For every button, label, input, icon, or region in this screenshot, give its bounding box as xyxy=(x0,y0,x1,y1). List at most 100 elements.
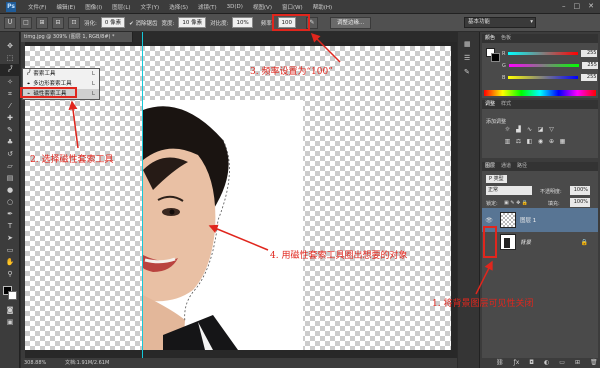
hand-tool-icon[interactable]: ✋ xyxy=(0,256,20,268)
layer-row-layer1[interactable]: 👁 图层 1 xyxy=(482,208,598,232)
layer-mask-icon[interactable]: ◘ xyxy=(529,358,534,368)
type-tool-icon[interactable]: T xyxy=(0,220,20,232)
intersect-selection-icon[interactable]: ⊡ xyxy=(68,16,80,29)
red-value[interactable]: 255 xyxy=(581,50,598,57)
menu-filter[interactable]: 滤镜(T) xyxy=(194,3,221,11)
vibrance-icon[interactable]: ▽ xyxy=(548,126,555,133)
menu-type[interactable]: 文字(Y) xyxy=(137,3,164,11)
red-slider[interactable]: R 255 xyxy=(502,50,598,57)
menu-image[interactable]: 图像(I) xyxy=(81,3,106,11)
clone-stamp-icon[interactable]: ♣ xyxy=(0,136,20,148)
dodge-tool-icon[interactable]: ○ xyxy=(0,196,20,208)
menu-view[interactable]: 视图(V) xyxy=(249,3,276,11)
document-tab[interactable]: timg.jpg @ 309% (图层 1, RGB/8#) * xyxy=(21,32,133,42)
color-lookup-icon[interactable]: ▦ xyxy=(559,138,566,145)
shape-tool-icon[interactable]: ▭ xyxy=(0,244,20,256)
exposure-icon[interactable]: ◪ xyxy=(537,126,544,133)
history-brush-icon[interactable]: ↺ xyxy=(0,148,20,160)
new-selection-icon[interactable]: □ xyxy=(20,16,32,29)
hue-saturation-icon[interactable]: ▥ xyxy=(504,138,511,145)
link-layers-icon[interactable]: ⛓ xyxy=(496,358,504,368)
eraser-tool-icon[interactable]: ▱ xyxy=(0,160,20,172)
foreground-background-swatch[interactable] xyxy=(0,284,19,304)
menu-file[interactable]: 文件(F) xyxy=(24,3,50,11)
adjustment-layer-icon[interactable]: ◐ xyxy=(544,358,549,368)
properties-panel-icon[interactable]: ☰ xyxy=(464,54,479,62)
annotation-step4: 4. 用磁性套索工具圈出想要的对象 xyxy=(270,251,408,261)
layer-row-background[interactable]: 背景 🔒 xyxy=(482,230,598,254)
subtract-selection-icon[interactable]: ⊟ xyxy=(52,16,64,29)
levels-icon[interactable]: ▟ xyxy=(515,126,522,133)
eyedropper-tool-icon[interactable]: ⁄ xyxy=(0,100,20,112)
crop-tool-icon[interactable]: ⌗ xyxy=(0,88,20,100)
screen-mode-icon[interactable]: ▣ xyxy=(0,316,20,328)
quick-mask-icon[interactable]: ◙ xyxy=(0,304,20,316)
green-slider[interactable]: G 255 xyxy=(502,62,598,69)
refine-edge-button[interactable]: 调整边缘... xyxy=(330,16,372,29)
color-balance-icon[interactable]: ⚖ xyxy=(515,138,522,145)
lasso-tool-preset-icon[interactable]: ᑌ xyxy=(4,16,16,29)
color-spectrum-bar[interactable] xyxy=(484,90,596,96)
blur-tool-icon[interactable]: ● xyxy=(0,184,20,196)
eye-icon[interactable]: 👁 xyxy=(482,217,496,224)
close-icon[interactable]: ✕ xyxy=(588,2,594,10)
photo-filter-icon[interactable]: ◉ xyxy=(537,138,544,145)
menu-3d[interactable]: 3D(D) xyxy=(223,4,247,10)
path-selection-icon[interactable]: ➤ xyxy=(0,232,20,244)
tab-paths[interactable]: 路径 xyxy=(517,162,527,171)
restore-icon[interactable]: □ xyxy=(574,2,581,10)
tab-adjustments[interactable]: 调整 xyxy=(485,100,495,109)
menu-layer[interactable]: 图层(L) xyxy=(108,3,134,11)
curves-icon[interactable]: ∿ xyxy=(526,126,533,133)
new-layer-icon[interactable]: ⊞ xyxy=(575,358,580,368)
history-panel-icon[interactable]: ▦ xyxy=(464,40,479,48)
layer-style-icon[interactable]: ƒx xyxy=(514,358,520,368)
brush-panel-icon[interactable]: ✎ xyxy=(464,68,479,76)
layer-filter-kind[interactable]: P 类型 xyxy=(486,175,507,183)
tab-styles[interactable]: 样式 xyxy=(501,100,511,109)
menu-select[interactable]: 选择(S) xyxy=(165,3,192,11)
minimize-icon[interactable]: – xyxy=(562,2,566,10)
workspace-select[interactable]: 基本功能 xyxy=(464,17,536,28)
antialias-checkbox[interactable]: ✔ 消除锯齿 xyxy=(129,19,157,27)
healing-brush-icon[interactable]: ✚ xyxy=(0,112,20,124)
delete-layer-icon[interactable]: 🗑 xyxy=(590,358,598,368)
blend-mode-select[interactable]: 正常 xyxy=(486,186,532,195)
brightness-icon[interactable]: ☼ xyxy=(504,126,511,133)
move-tool-icon[interactable]: ✥ xyxy=(0,40,20,52)
layer1-name[interactable]: 图层 1 xyxy=(520,216,536,224)
channel-mixer-icon[interactable]: ⊕ xyxy=(548,138,555,145)
zoom-level[interactable]: 308.88% xyxy=(24,360,46,366)
black-white-icon[interactable]: ◧ xyxy=(526,138,533,145)
menu-edit[interactable]: 编辑(E) xyxy=(52,3,79,11)
tab-swatches[interactable]: 色板 xyxy=(501,34,511,43)
opacity-input[interactable]: 100% xyxy=(570,186,590,195)
blue-value[interactable]: 255 xyxy=(581,74,598,81)
tab-channels[interactable]: 通道 xyxy=(501,162,511,171)
fill-input[interactable]: 100% xyxy=(570,198,590,207)
lasso-tool-option[interactable]: ᓮ 套索工具 L xyxy=(23,69,99,79)
green-value[interactable]: 255 xyxy=(581,62,598,69)
pen-tool-icon[interactable]: ✒ xyxy=(0,208,20,220)
contrast-input[interactable]: 10% xyxy=(232,17,253,28)
blue-slider[interactable]: B 255 xyxy=(502,74,598,81)
brush-tool-icon[interactable]: ✎ xyxy=(0,124,20,136)
new-group-icon[interactable]: ▭ xyxy=(559,358,565,368)
cyan-guide-line[interactable] xyxy=(142,32,143,358)
polygonal-lasso-shortcut: L xyxy=(91,81,95,87)
menu-window[interactable]: 窗口(W) xyxy=(278,3,307,11)
zoom-tool-icon[interactable]: ⚲ xyxy=(0,268,20,280)
marquee-tool-icon[interactable]: ⬚ xyxy=(0,52,20,64)
lock-icons[interactable]: ▣ ✎ ✥ 🔒 xyxy=(504,200,528,206)
menu-help[interactable]: 帮助(H) xyxy=(309,3,336,11)
gradient-tool-icon[interactable]: ▤ xyxy=(0,172,20,184)
background-layer-name[interactable]: 背景 xyxy=(520,238,531,246)
width-input[interactable]: 10 像素 xyxy=(178,17,207,28)
tab-color[interactable]: 颜色 xyxy=(485,34,495,43)
lasso-tool-icon[interactable]: ᓮ xyxy=(0,64,20,76)
quick-selection-tool-icon[interactable]: ✧ xyxy=(0,76,20,88)
fg-bg-color-chips[interactable] xyxy=(486,48,500,62)
feather-input[interactable]: 0 像素 xyxy=(100,17,126,28)
add-selection-icon[interactable]: ⊞ xyxy=(36,16,48,29)
tab-layers[interactable]: 图层 xyxy=(485,162,495,171)
